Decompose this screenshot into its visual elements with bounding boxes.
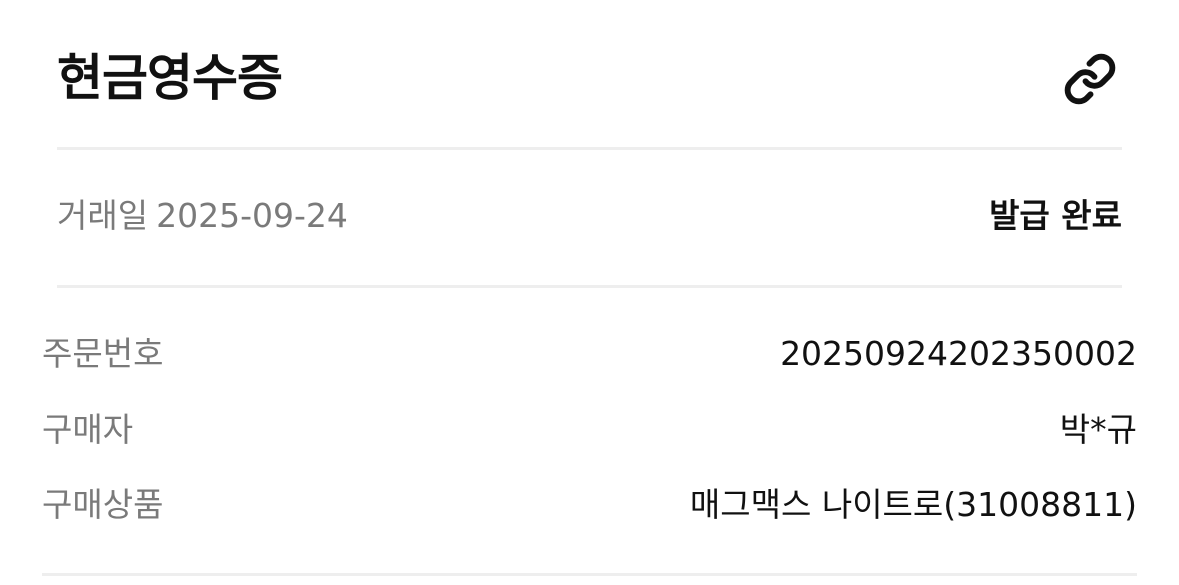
- buyer-row: 구매자 박*규: [42, 406, 1137, 454]
- buyer-value: 박*규: [1059, 410, 1137, 449]
- order-number-label: 주문번호: [42, 334, 164, 373]
- header-divider: [57, 147, 1122, 150]
- page-title: 현금영수증: [57, 49, 283, 107]
- order-number-row: 주문번호 20250924202350002: [42, 330, 1137, 378]
- product-row: 구매상품 매그맥스 나이트로(31008811): [42, 481, 1137, 529]
- transaction-date-label: 거래일: [57, 196, 149, 235]
- share-link-button[interactable]: [1062, 51, 1118, 107]
- issue-status: 발급 완료: [989, 196, 1122, 235]
- transaction-date-value: 2025-09-24: [156, 196, 348, 235]
- product-label: 구매상품: [42, 485, 164, 524]
- link-icon: [1064, 53, 1116, 105]
- status-divider: [57, 285, 1122, 288]
- transaction-date: 거래일 2025-09-24: [57, 192, 348, 240]
- receipt-header: 현금영수증: [57, 35, 1122, 123]
- order-number-value: 20250924202350002: [780, 334, 1137, 373]
- buyer-label: 구매자: [42, 410, 134, 449]
- bottom-divider: [42, 573, 1137, 576]
- transaction-status-row: 거래일 2025-09-24 발급 완료: [57, 192, 1122, 240]
- product-value: 매그맥스 나이트로(31008811): [689, 485, 1137, 524]
